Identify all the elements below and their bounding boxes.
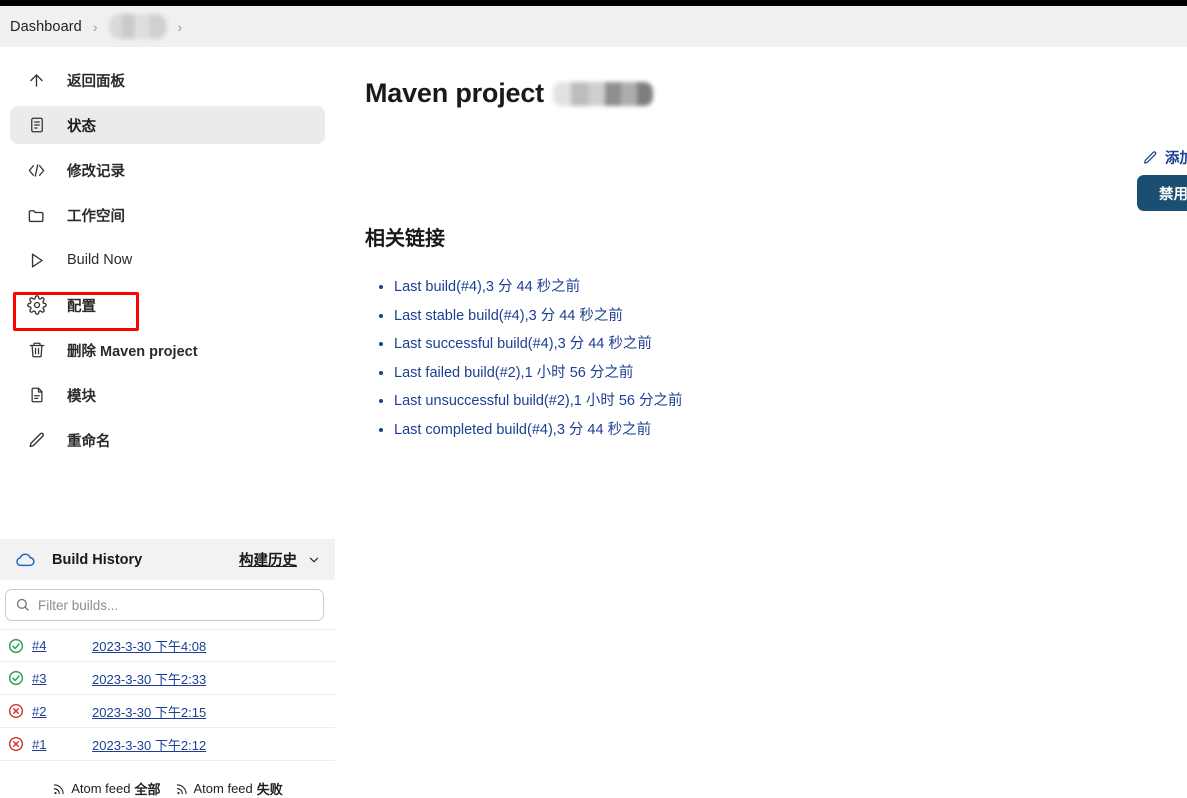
- related-link[interactable]: Last build(#4),3 分 44 秒之前: [394, 279, 580, 295]
- atom-feed-all-link[interactable]: Atom feed 全部: [52, 779, 161, 798]
- breadcrumb-item-redacted[interactable]: [108, 14, 167, 39]
- build-time-link[interactable]: 2023-3-30 下午4:08: [92, 636, 206, 655]
- build-time-link[interactable]: 2023-3-30 下午2:12: [92, 735, 206, 754]
- build-history-header: Build History 构建历史: [0, 539, 335, 580]
- atom-feed-failed-link[interactable]: Atom feed 失败: [175, 779, 283, 798]
- breadcrumb-separator-2: ›: [177, 18, 183, 35]
- sidebar-item-label: 返回面板: [67, 73, 125, 90]
- rss-icon: [175, 782, 189, 796]
- sidebar-nav-list: 返回面板 状态 修改记录 工作空间 Build Now 配置 删除 Maven …: [0, 47, 335, 459]
- related-link[interactable]: Last stable build(#4),3 分 44 秒之前: [394, 308, 623, 324]
- table-row[interactable]: #1 2023-3-30 下午2:12: [0, 728, 335, 761]
- table-row[interactable]: #3 2023-3-30 下午2:33: [0, 662, 335, 695]
- table-row[interactable]: #2 2023-3-30 下午2:15: [0, 695, 335, 728]
- status-success-icon: [8, 638, 24, 654]
- folder-icon: [26, 205, 47, 226]
- gear-icon: [26, 295, 47, 316]
- build-number-link[interactable]: #2: [32, 704, 92, 719]
- page-icon: [26, 385, 47, 406]
- list-item: Last successful build(#4),3 分 44 秒之前: [394, 332, 683, 353]
- build-number-link[interactable]: #1: [32, 737, 92, 752]
- sidebar-item-label: Build Now: [67, 252, 133, 268]
- filter-builds-input[interactable]: [5, 589, 324, 621]
- related-link[interactable]: Last unsuccessful build(#2),1 小时 56 分之前: [394, 393, 683, 409]
- pencil-icon: [26, 430, 47, 451]
- breadcrumb-separator: ›: [92, 18, 98, 35]
- trash-icon: [26, 340, 47, 361]
- build-number-link[interactable]: #4: [32, 638, 92, 653]
- related-link[interactable]: Last failed build(#2),1 小时 56 分之前: [394, 365, 633, 381]
- page-title-redacted: [552, 81, 653, 106]
- sidebar-item-changes[interactable]: 修改记录: [10, 151, 325, 189]
- sidebar-item-label: 删除 Maven project: [67, 343, 198, 360]
- cloud-icon: [14, 552, 36, 568]
- add-description-link[interactable]: 添加说明: [1142, 147, 1187, 168]
- build-history-link[interactable]: 构建历史: [239, 549, 297, 570]
- atom-feed-suffix: 失败: [256, 782, 283, 797]
- sidebar-item-label: 修改记录: [67, 163, 125, 180]
- related-link[interactable]: Last successful build(#4),3 分 44 秒之前: [394, 336, 652, 352]
- build-number-link[interactable]: #3: [32, 671, 92, 686]
- list-item: Last completed build(#4),3 分 44 秒之前: [394, 418, 683, 439]
- page-title: Maven project: [365, 78, 653, 109]
- sidebar-item-label: 模块: [67, 388, 96, 405]
- status-failure-icon: [8, 736, 24, 752]
- atom-feed-suffix: 全部: [134, 782, 161, 797]
- atom-feed-label: Atom feed: [193, 781, 253, 796]
- code-brackets-icon: [26, 160, 47, 181]
- list-item: Last failed build(#2),1 小时 56 分之前: [394, 361, 683, 382]
- rss-icon: [52, 782, 66, 796]
- add-description-label: 添加说明: [1165, 151, 1187, 167]
- page-title-text: Maven project: [365, 78, 544, 108]
- sidebar-item-delete-project[interactable]: 删除 Maven project: [10, 331, 325, 369]
- sidebar-item-label: 重命名: [67, 433, 111, 450]
- sidebar-item-build-now[interactable]: Build Now: [10, 241, 325, 279]
- status-success-icon: [8, 670, 24, 686]
- filter-builds-wrapper: [5, 589, 324, 621]
- status-document-icon: [26, 115, 47, 136]
- build-history-list: #4 2023-3-30 下午4:08 #3 2023-3-30 下午2:33 …: [0, 629, 335, 761]
- sidebar-item-status[interactable]: 状态: [10, 106, 325, 144]
- play-triangle-icon: [26, 250, 47, 271]
- chevron-down-icon[interactable]: [307, 553, 321, 567]
- list-item: Last stable build(#4),3 分 44 秒之前: [394, 304, 683, 325]
- list-item: Last unsuccessful build(#2),1 小时 56 分之前: [394, 389, 683, 410]
- atom-feed-row: Atom feed 全部 Atom feed 失败: [0, 779, 335, 798]
- breadcrumb: Dashboard › ›: [0, 6, 1187, 47]
- list-item: Last build(#4),3 分 44 秒之前: [394, 275, 683, 296]
- build-time-link[interactable]: 2023-3-30 下午2:15: [92, 702, 206, 721]
- atom-feed-label: Atom feed: [71, 781, 131, 796]
- sidebar-item-label: 配置: [67, 298, 96, 315]
- build-time-link[interactable]: 2023-3-30 下午2:33: [92, 669, 206, 688]
- table-row[interactable]: #4 2023-3-30 下午4:08: [0, 629, 335, 662]
- status-failure-icon: [8, 703, 24, 719]
- related-links-heading: 相关链接: [365, 228, 445, 250]
- related-link[interactable]: Last completed build(#4),3 分 44 秒之前: [394, 422, 651, 438]
- sidebar-item-workspace[interactable]: 工作空间: [10, 196, 325, 234]
- arrow-up-icon: [26, 70, 47, 91]
- pencil-icon: [1142, 150, 1158, 166]
- related-links-list: Last build(#4),3 分 44 秒之前 Last stable bu…: [365, 275, 683, 446]
- main-content: Maven project 添加说明 禁用项目 相关链接 Last build(…: [335, 47, 1187, 747]
- sidebar-item-modules[interactable]: 模块: [10, 376, 325, 414]
- breadcrumb-item-dashboard[interactable]: Dashboard: [10, 19, 82, 35]
- sidebar: 返回面板 状态 修改记录 工作空间 Build Now 配置 删除 Maven …: [0, 47, 366, 797]
- sidebar-item-rename[interactable]: 重命名: [10, 421, 325, 459]
- sidebar-item-configure[interactable]: 配置: [10, 286, 325, 324]
- disable-project-button[interactable]: 禁用项目: [1137, 175, 1187, 211]
- sidebar-item-back-to-dashboard[interactable]: 返回面板: [10, 61, 325, 99]
- sidebar-item-label: 状态: [67, 118, 96, 135]
- sidebar-item-label: 工作空间: [67, 208, 125, 225]
- build-history-title: Build History: [52, 551, 143, 568]
